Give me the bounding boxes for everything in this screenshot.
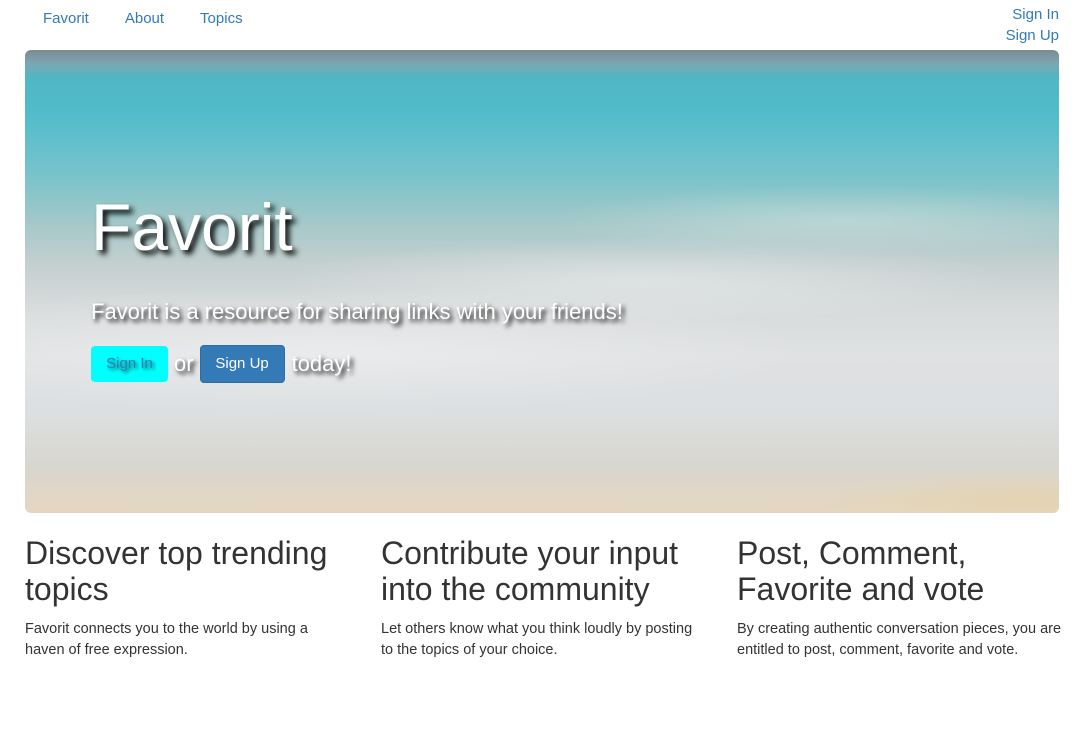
feature-heading: Discover top trending topics	[25, 535, 328, 607]
hero-title: Favorit	[91, 190, 293, 264]
feature-text: By creating authentic conversation piece…	[737, 621, 1062, 658]
hero-jumbotron: Favorit Favorit is a resource for sharin…	[25, 50, 1059, 513]
feature-text: Let others know what you think loudly by…	[381, 621, 693, 658]
nav-sign-in-link[interactable]: Sign In	[1006, 4, 1059, 25]
feature-post: Post, Comment, Favorite and vote By crea…	[737, 535, 1062, 661]
hero-lead: Favorit is a resource for sharing links …	[91, 299, 623, 324]
top-navbar: Favorit About Topics Sign In Sign Up	[0, 0, 1079, 48]
feature-heading: Contribute your input into the community	[381, 535, 679, 607]
hero-cta: Sign In or Sign Up today!	[91, 345, 352, 383]
hero-sign-up-button[interactable]: Sign Up	[199, 345, 285, 383]
hero-or-text: or	[174, 351, 194, 376]
nav-about-link[interactable]: About	[107, 10, 182, 28]
nav-topics-link[interactable]: Topics	[182, 10, 261, 28]
feature-discover: Discover top trending topics Favorit con…	[25, 535, 350, 661]
feature-heading: Post, Comment, Favorite and vote	[737, 535, 985, 607]
nav-brand-link[interactable]: Favorit	[25, 10, 107, 28]
hero-today-text: today!	[291, 351, 352, 376]
feature-text: Favorit connects you to the world by usi…	[25, 621, 308, 658]
nav-left: Favorit About Topics	[25, 10, 261, 28]
nav-right: Sign In Sign Up	[1006, 4, 1059, 46]
feature-contribute: Contribute your input into the community…	[381, 535, 706, 661]
hero-sign-in-button[interactable]: Sign In	[91, 346, 168, 382]
nav-sign-up-link[interactable]: Sign Up	[1006, 25, 1059, 46]
